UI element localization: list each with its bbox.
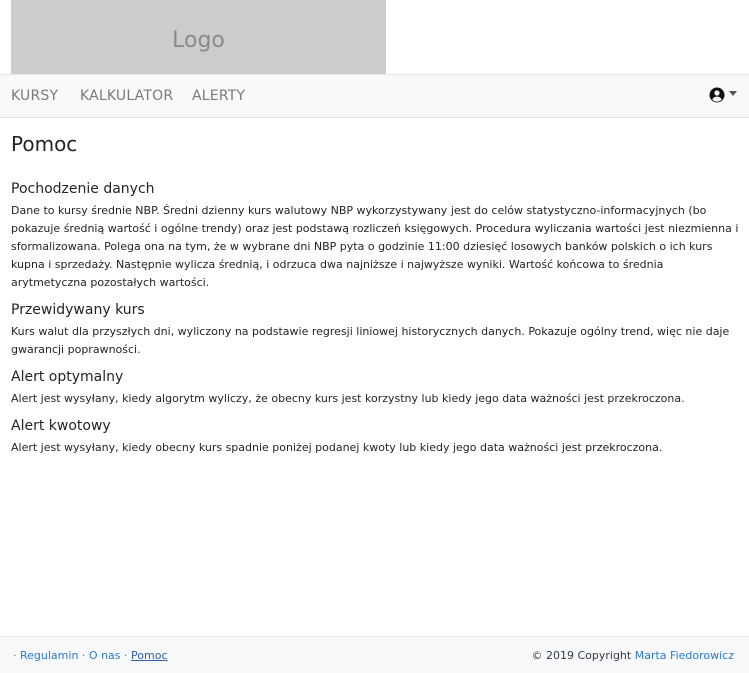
footer-separator: · <box>124 649 128 662</box>
page-title: Pomoc <box>11 132 78 156</box>
nav-item-kursy[interactable]: KURSY <box>11 88 58 104</box>
footer-separator: · <box>81 649 86 662</box>
logo-text: Logo <box>172 27 225 53</box>
section-text: Kurs walut dla przyszłych dni, wyliczony… <box>11 325 730 356</box>
section-text: Alert jest wysyłany, kiedy obecny kurs s… <box>11 441 663 454</box>
help-content: Pomoc Pochodzenie danych Dane to kursy ś… <box>11 118 739 467</box>
footer-link-regulamin[interactable]: Regulamin <box>20 649 78 662</box>
section-data-origin: Pochodzenie danych Dane to kursy średnie… <box>11 181 739 292</box>
section-title: Przewidywany kurs <box>11 302 145 318</box>
section-text: Dane to kursy średnie NBP. Średni dzienn… <box>11 204 739 289</box>
footer-links: · Regulamin · O nas · Pomoc <box>13 649 168 662</box>
section-optimal-alert: Alert optymalny Alert jest wysyłany, kie… <box>11 369 739 408</box>
footer-separator: · <box>13 649 17 662</box>
footer-link-pomoc[interactable]: Pomoc <box>131 649 167 662</box>
section-title: Alert kwotowy <box>11 418 111 434</box>
page-footer: · Regulamin · O nas · Pomoc © 2019 Copyr… <box>0 636 749 673</box>
section-predicted-rate: Przewidywany kurs Kurs walut dla przyszł… <box>11 302 739 359</box>
footer-copyright: © 2019 Copyright Marta Fiedorowicz <box>531 649 734 662</box>
section-text: Alert jest wysyłany, kiedy algorytm wyli… <box>11 392 685 405</box>
section-title: Alert optymalny <box>11 369 124 385</box>
copyright-text: © 2019 Copyright <box>531 649 632 662</box>
nav-item-kalkulator[interactable]: KALKULATOR <box>80 88 173 104</box>
main-navbar: KURSY KALKULATOR ALERTY <box>0 74 749 118</box>
logo-placeholder[interactable]: Logo <box>11 0 386 74</box>
author-link[interactable]: Marta Fiedorowicz <box>635 649 734 662</box>
nav-item-alerty[interactable]: ALERTY <box>192 88 245 104</box>
section-amount-alert: Alert kwotowy Alert jest wysyłany, kiedy… <box>11 418 739 457</box>
chevron-down-icon <box>729 90 737 96</box>
footer-link-o-nas[interactable]: O nas <box>89 649 121 662</box>
user-menu-dropdown[interactable] <box>709 87 737 103</box>
section-title: Pochodzenie danych <box>11 181 155 197</box>
user-circle-icon <box>709 87 725 103</box>
